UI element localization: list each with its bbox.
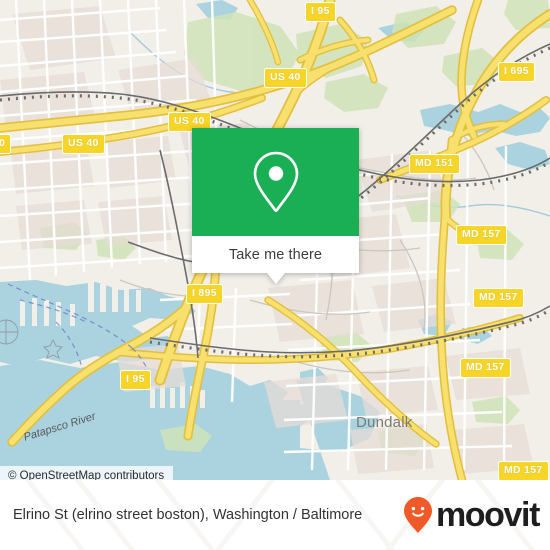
popup-cta-panel[interactable]: Take me there — [192, 236, 359, 273]
map-canvas[interactable]: I 95 I 695 US 40 US 40 US 40 0 MD 151 MD… — [0, 0, 550, 480]
moovit-wordmark: moovit — [435, 496, 540, 534]
location-popup[interactable]: Take me there — [192, 128, 359, 284]
shield-md157-mid: MD 157 — [473, 288, 524, 308]
shield-i95-north: I 95 — [305, 2, 336, 22]
location-pin-icon — [253, 151, 298, 212]
popup-tail-arrow — [266, 273, 285, 284]
place-label-dundalk: Dundalk — [356, 414, 413, 431]
take-me-there-label: Take me there — [228, 246, 323, 263]
moovit-smiley-pin-icon — [403, 497, 432, 533]
moovit-logo[interactable]: moovit — [403, 496, 540, 534]
shield-md157-bottom: MD 157 — [498, 461, 549, 480]
shield-i695: I 695 — [498, 62, 535, 82]
footer-bar: Elrino St (elrino street boston), Washin… — [0, 480, 550, 550]
shield-us40-left: US 40 — [62, 134, 105, 154]
osm-attribution[interactable]: © OpenStreetMap contributors — [0, 466, 174, 480]
shield-partial-left: 0 — [0, 134, 12, 154]
shield-md151: MD 151 — [409, 154, 460, 174]
moovit-map-screenshot: I 95 I 695 US 40 US 40 US 40 0 MD 151 MD… — [0, 0, 550, 550]
shield-i95-south: I 95 — [120, 370, 151, 390]
shield-md157-lower: MD 157 — [460, 358, 511, 378]
shield-md157-upper: MD 157 — [456, 225, 507, 245]
shield-us40-upper: US 40 — [264, 68, 307, 88]
page-title: Elrino St (elrino street boston), Washin… — [13, 507, 363, 523]
popup-pin-panel — [192, 128, 359, 236]
shield-i895: I 895 — [186, 284, 223, 304]
